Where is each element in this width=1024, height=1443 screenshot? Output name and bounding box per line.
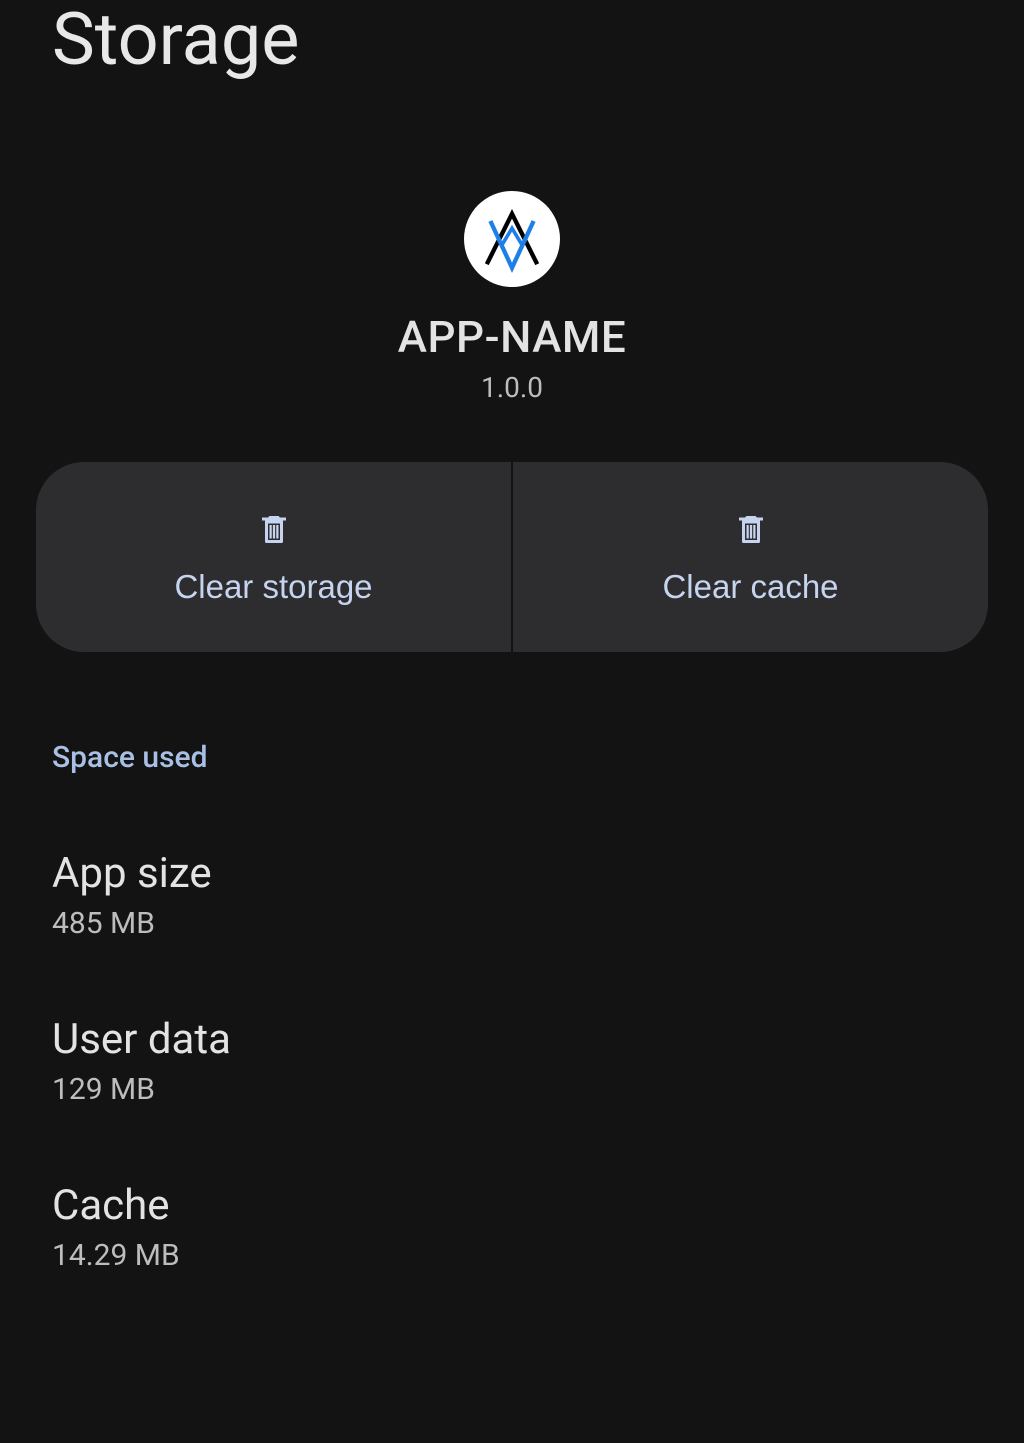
app-version: 1.0.0 <box>481 371 543 404</box>
trash-icon <box>733 508 769 548</box>
list-item: User data 129 MB <box>52 1015 972 1107</box>
app-name: APP-NAME <box>398 311 626 363</box>
cache-value: 14.29 MB <box>52 1238 972 1273</box>
list-item: Cache 14.29 MB <box>52 1181 972 1273</box>
clear-storage-label: Clear storage <box>174 568 372 606</box>
page-title: Storage <box>0 0 1024 79</box>
action-row: Clear storage Clear cache <box>36 462 988 652</box>
clear-cache-label: Clear cache <box>662 568 838 606</box>
trash-icon <box>256 508 292 548</box>
clear-storage-button[interactable]: Clear storage <box>36 462 511 652</box>
list-item: App size 485 MB <box>52 849 972 941</box>
app-size-label: App size <box>52 849 972 898</box>
space-used-section: Space used App size 485 MB User data 129… <box>0 740 1024 1273</box>
user-data-label: User data <box>52 1015 972 1064</box>
app-size-value: 485 MB <box>52 906 972 941</box>
app-icon <box>464 191 560 287</box>
app-header: APP-NAME 1.0.0 <box>0 191 1024 404</box>
cache-label: Cache <box>52 1181 972 1230</box>
clear-cache-button[interactable]: Clear cache <box>513 462 988 652</box>
space-used-header: Space used <box>52 740 972 775</box>
user-data-value: 129 MB <box>52 1072 972 1107</box>
